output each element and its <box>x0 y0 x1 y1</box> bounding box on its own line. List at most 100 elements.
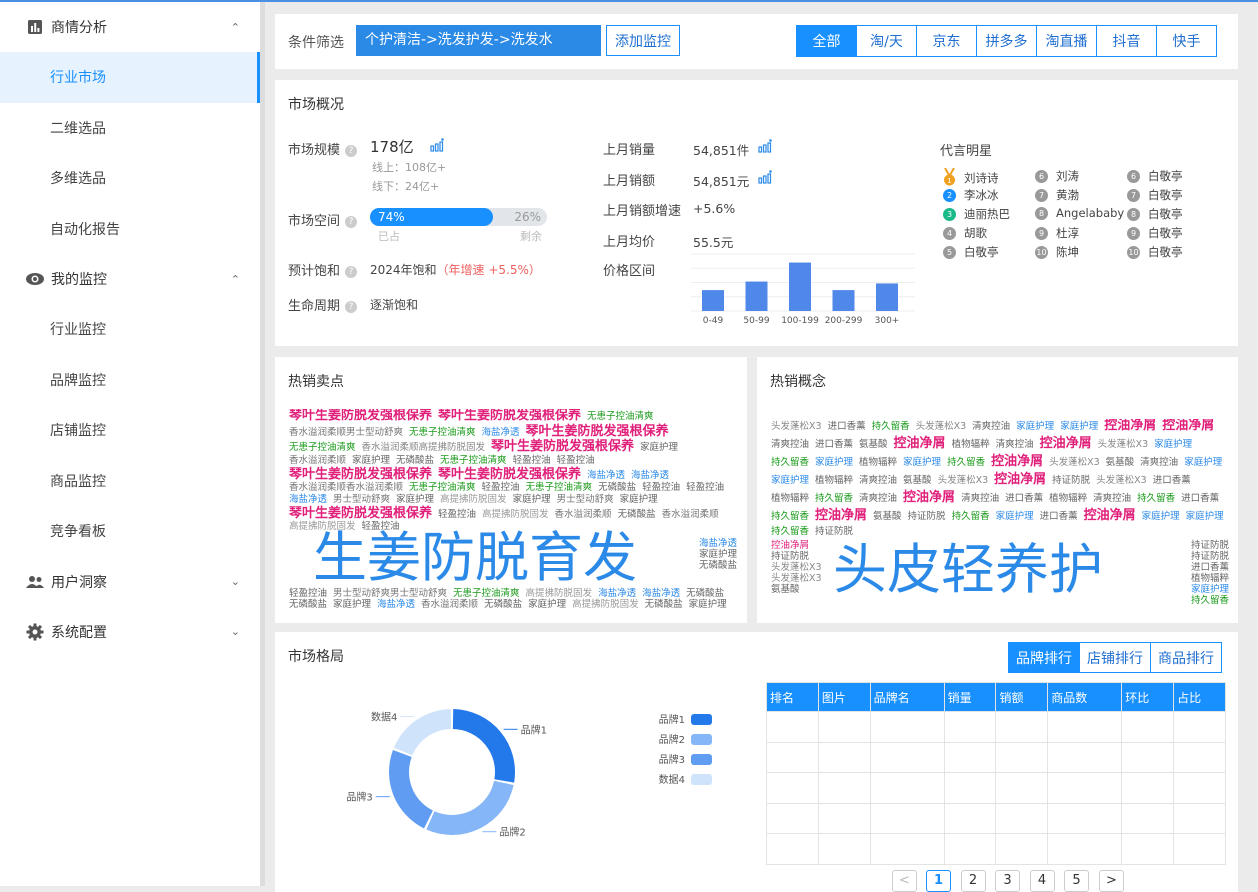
market-pattern-title: 市场格局 <box>288 649 344 665</box>
column-header[interactable]: 环比 <box>1121 682 1175 712</box>
platform-tab[interactable]: 拼多多 <box>976 25 1037 57</box>
help-icon[interactable]: ? <box>345 144 358 157</box>
saturation-growth: （年增速 +5.5%） <box>436 263 541 277</box>
table-row <box>766 802 1226 834</box>
rank-badge: 3 <box>943 208 956 221</box>
sidebar-scrollbar[interactable] <box>260 2 265 886</box>
celebrity-item[interactable]: 9 白敬亭 <box>1127 225 1183 241</box>
celebrity-item[interactable]: 8 Angelababy <box>1035 206 1124 220</box>
metric-label: 上月销量 <box>603 143 656 158</box>
page-button[interactable]: 2 <box>960 870 986 892</box>
help-icon[interactable]: ? <box>345 300 358 313</box>
word: 氨基酸 <box>903 475 932 486</box>
page-button[interactable]: 3 <box>995 870 1020 892</box>
celebrity-item[interactable]: 2 李冰冰 <box>943 187 999 203</box>
platform-tab[interactable]: 全部 <box>796 25 857 57</box>
word: 香水溢润柔顺 <box>289 455 347 467</box>
market-overview-title: 市场概况 <box>288 97 344 113</box>
metric-label: 上月均价 <box>603 234 656 250</box>
sidebar-item[interactable]: 自动化报告 <box>0 204 260 255</box>
platform-tab[interactable]: 抖音 <box>1096 25 1157 57</box>
saturation-year: 2024年饱和 <box>370 263 437 277</box>
word: 头发蓬松X3 <box>1049 457 1100 468</box>
next-page-button[interactable]: > <box>1099 870 1124 892</box>
sidebar-item[interactable]: 行业监控 <box>0 304 260 355</box>
word: 持久留香 <box>771 511 810 522</box>
word: 家庭护理 <box>640 442 679 454</box>
column-header[interactable]: 销额 <box>995 682 1049 712</box>
legend-swatch[interactable] <box>691 774 712 785</box>
sidebar-group-3[interactable]: 系统配置 ⌄ <box>0 607 260 657</box>
category-selector[interactable]: 个护清洁->洗发护发->洗发水 <box>356 25 601 56</box>
sidebar-group-1[interactable]: 我的监控 ⌃ <box>0 254 260 304</box>
column-header[interactable]: 排名 <box>766 682 819 712</box>
celebrity-item[interactable]: 3 迪丽热巴 <box>943 206 1010 222</box>
celebrity-item[interactable]: 10 陈坤 <box>1035 244 1079 260</box>
trend-chart-icon[interactable] <box>758 139 773 157</box>
celebrity-name: 白敬亭 <box>1148 169 1183 183</box>
legend-swatch[interactable] <box>691 754 712 765</box>
table-cell <box>995 772 1049 804</box>
legend-swatch[interactable] <box>691 734 712 745</box>
chevron-down-icon[interactable]: ⌄ <box>231 575 240 588</box>
donut-slice[interactable] <box>389 749 433 829</box>
column-header[interactable]: 品牌名 <box>869 682 945 712</box>
celebrity-item[interactable]: 5 白敬亭 <box>943 244 999 260</box>
sidebar-item[interactable]: 品牌监控 <box>0 355 260 406</box>
wordcloud-words: 头发蓬松X3 进口香薰 持久留香 头发蓬松X3 清爽控油 家庭护理 家庭护理 控油净屑 控油净屑… <box>771 419 1229 541</box>
sidebar-group-label: 系统配置 <box>51 624 107 641</box>
celebrity-item[interactable]: 9 杜淳 <box>1035 225 1079 241</box>
word: 持久留香 <box>951 511 990 522</box>
word: 头发蓬松X3 <box>937 475 989 486</box>
donut-slice[interactable] <box>393 709 452 756</box>
page-button[interactable]: 4 <box>1029 870 1055 892</box>
platform-tab[interactable]: 淘/天 <box>856 25 917 57</box>
sidebar-group-2[interactable]: 用户洞察 ⌄ <box>0 557 260 607</box>
ranking-table: 排名 图片 品牌名 销量 销额 商品数 环比 占比 <box>766 682 1226 865</box>
celebrity-item[interactable]: 8 白敬亭 <box>1127 206 1183 222</box>
trend-chart-icon[interactable] <box>758 169 773 188</box>
platform-tab[interactable]: 京东 <box>916 25 977 57</box>
celebrity-item[interactable]: 7 黄渤 <box>1035 187 1079 203</box>
celebrity-item[interactable]: 6 白敬亭 <box>1127 168 1183 184</box>
celebrity-item[interactable]: 7 白敬亭 <box>1127 187 1183 203</box>
table-cell <box>995 711 1049 743</box>
platform-tab[interactable]: 淘直播 <box>1036 25 1097 57</box>
column-header[interactable]: 占比 <box>1173 682 1226 712</box>
celebrity-item[interactable]: 4 胡歌 <box>943 225 987 241</box>
column-header[interactable]: 图片 <box>817 682 871 712</box>
ranking-tab[interactable]: 品牌排行 <box>1008 642 1080 673</box>
donut-slice[interactable] <box>452 709 515 783</box>
ranking-tab[interactable]: 店铺排行 <box>1079 642 1151 673</box>
table-cell <box>817 772 871 804</box>
celebrity-item[interactable]: 6 刘涛 <box>1035 168 1079 184</box>
sidebar-item[interactable]: 多维选品 <box>0 153 260 204</box>
chevron-up-icon[interactable]: ⌃ <box>231 21 240 34</box>
celebrity-item[interactable]: 1 刘诗诗 <box>943 167 999 189</box>
column-header[interactable]: 商品数 <box>1047 682 1123 712</box>
legend-swatch[interactable] <box>691 714 712 725</box>
sidebar-item[interactable]: 行业市场 <box>0 52 260 103</box>
platform-tabs: 全部 淘/天 京东 拼多多 淘直播 抖音 快手 <box>796 25 1217 57</box>
platform-tab[interactable]: 快手 <box>1156 25 1217 57</box>
word: 控油净屑 <box>1083 508 1136 523</box>
word: 家庭护理 <box>1016 421 1055 432</box>
page-button[interactable]: 5 <box>1064 870 1089 892</box>
chevron-down-icon[interactable]: ⌄ <box>231 625 240 638</box>
sidebar-item[interactable]: 二维选品 <box>0 103 260 154</box>
market-size-value: 178亿 <box>370 138 414 156</box>
trend-chart-icon[interactable] <box>430 138 445 152</box>
sidebar-item[interactable]: 竞争看板 <box>0 506 260 557</box>
chevron-up-icon[interactable]: ⌃ <box>231 273 240 286</box>
sidebar-group-0[interactable]: 商情分析 ⌃ <box>0 2 260 52</box>
sidebar-item[interactable]: 店铺监控 <box>0 405 260 456</box>
sidebar-item[interactable]: 商品监控 <box>0 456 260 507</box>
page-button[interactable]: 1 <box>926 870 951 892</box>
help-icon[interactable]: ? <box>345 265 358 278</box>
add-monitor-button[interactable]: 添加监控 <box>606 25 680 56</box>
ranking-tab[interactable]: 商品排行 <box>1150 642 1222 673</box>
prev-page-button[interactable]: < <box>892 870 917 892</box>
column-header[interactable]: 销量 <box>943 682 997 712</box>
celebrity-item[interactable]: 10 白敬亭 <box>1127 244 1183 260</box>
help-icon[interactable]: ? <box>345 215 358 228</box>
